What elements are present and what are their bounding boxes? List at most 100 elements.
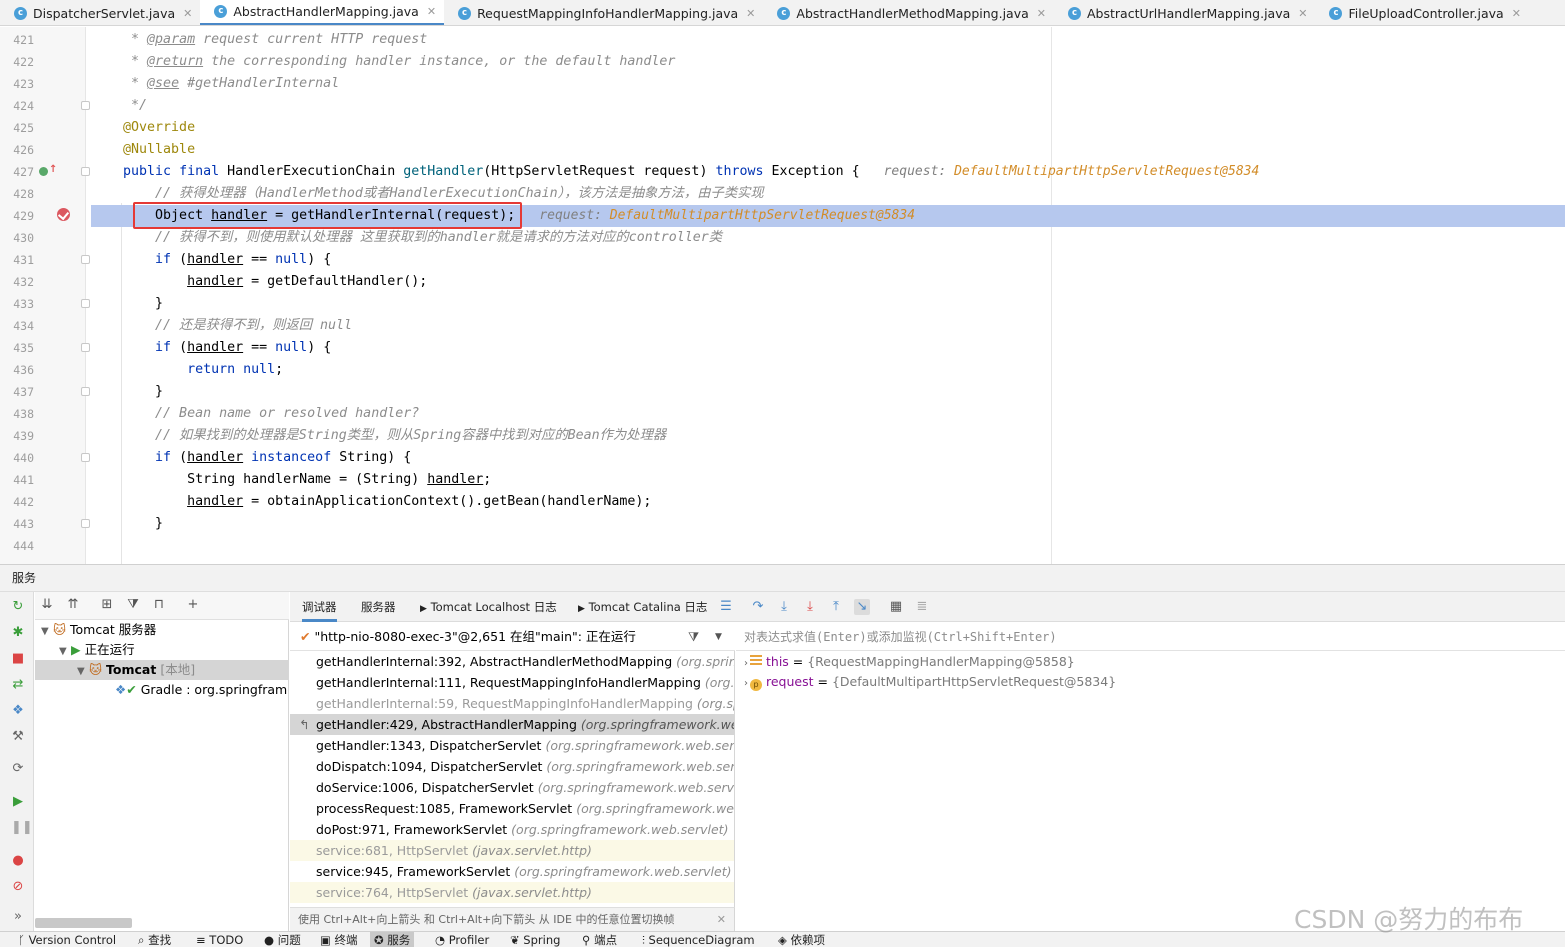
close-icon[interactable]: ✕ [427, 5, 436, 18]
debug-icon[interactable]: ✱ [11, 626, 25, 640]
close-icon[interactable]: ✕ [1512, 7, 1521, 20]
class-icon: c [214, 5, 228, 18]
fold-marker-icon[interactable] [81, 387, 90, 396]
tab-catalina-log[interactable]: ▶ Tomcat Catalina 日志 [578, 592, 707, 622]
close-icon[interactable]: ✕ [183, 7, 192, 20]
step-over-icon[interactable]: ↷ [750, 599, 766, 615]
fold-marker-icon[interactable] [81, 453, 90, 462]
wrench-icon[interactable]: ⚒ [11, 730, 25, 744]
collapse-all-icon[interactable]: ⇈ [65, 597, 81, 613]
statusbar-problems[interactable]: ● 问题 [264, 932, 301, 947]
evaluate-expression-input[interactable]: 对表达式求值(Enter)或添加监视(Ctrl+Shift+Enter) [736, 623, 1565, 651]
tab-debugger[interactable]: 调试器 [302, 592, 337, 622]
stack-frame-library[interactable]: service:681, HttpServlet (javax.servlet.… [290, 840, 734, 861]
horizontal-scrollbar[interactable] [35, 918, 132, 928]
statusbar-sequence-diagram[interactable]: ⫶ SequenceDiagram [642, 932, 755, 947]
statusbar-find[interactable]: ⌕ 查找 [138, 932, 171, 947]
tab-abstracthandlermethodmapping[interactable]: c AbstractHandlerMethodMapping.java ✕ [763, 0, 1054, 25]
tab-server[interactable]: 服务器 [361, 592, 396, 622]
chevron-down-icon[interactable]: ▼ [715, 623, 722, 651]
expand-all-icon[interactable]: ⇊ [39, 597, 55, 613]
stack-frame[interactable]: getHandlerInternal:111, RequestMappingIn… [290, 672, 734, 693]
chevron-right-icon[interactable]: › [744, 658, 748, 669]
statusbar-terminal[interactable]: ▣ 终端 [320, 932, 358, 947]
tab-abstracthandlermapping[interactable]: c AbstractHandlerMapping.java ✕ [200, 0, 445, 25]
fold-marker-icon[interactable] [81, 343, 90, 352]
more-icon[interactable]: » [11, 910, 25, 924]
new-tab-icon[interactable]: ⊓ [151, 597, 167, 613]
stack-frame[interactable]: getHandlerInternal:392, AbstractHandlerM… [290, 651, 734, 672]
stack-frame-library[interactable]: service:764, HttpServlet (javax.servlet.… [290, 882, 734, 903]
fold-marker-icon[interactable] [81, 167, 90, 176]
stack-frame[interactable]: processRequest:1085, FrameworkServlet (o… [290, 798, 734, 819]
stack-frame[interactable]: service:945, FrameworkServlet (org.sprin… [290, 861, 734, 882]
mute-breakpoints-icon[interactable]: ⊘ [11, 880, 25, 894]
stack-frame-selected[interactable]: ↰ getHandler:429, AbstractHandlerMapping … [290, 714, 734, 735]
step-out-icon[interactable]: ⤒ [828, 599, 844, 615]
tree-node-running[interactable]: ▼ ▶ 正在运行 [35, 640, 288, 660]
chevron-down-icon[interactable]: ▼ [59, 642, 71, 662]
artifact-icon[interactable]: ❖ [11, 704, 25, 718]
class-icon: c [458, 6, 472, 20]
code-editor[interactable]: 421 422 423 424 425 426 427 428 429 430 … [0, 27, 1565, 564]
stack-frame[interactable]: doDispatch:1094, DispatcherServlet (org.… [290, 756, 734, 777]
code-line: */ [91, 98, 148, 113]
breakpoint-icon[interactable] [57, 208, 70, 221]
pause-icon[interactable]: ❚❚ [11, 821, 33, 835]
tab-abstracturlhandlermapping[interactable]: c AbstractUrlHandlerMapping.java ✕ [1054, 0, 1315, 25]
run-to-cursor-icon[interactable]: ↘ [854, 599, 870, 615]
filter-icon[interactable]: ⧩ [125, 597, 141, 613]
close-icon[interactable]: ✕ [746, 7, 755, 20]
variable-row[interactable]: › this = {RequestMappingHandlerMapping@58… [744, 652, 1075, 672]
add-service-icon[interactable]: + [185, 597, 201, 613]
variable-row[interactable]: › p request = {DefaultMultipartHttpServlet… [744, 672, 1116, 692]
statusbar-profiler[interactable]: ◔ Profiler [435, 932, 489, 947]
fold-marker-icon[interactable] [81, 299, 90, 308]
step-into-icon[interactable]: ⤓ [776, 599, 792, 615]
menu-icon[interactable]: ☰ [718, 599, 734, 615]
deploy-icon[interactable]: ⇄ [11, 678, 25, 692]
filter-icon[interactable]: ⧩ [688, 623, 699, 651]
list-icon: ≡ [196, 933, 206, 947]
thread-selector[interactable]: ✔ "http-nio-8080-exec-3"@2,651 在组"main":… [290, 623, 735, 651]
stack-frame[interactable]: getHandler:1343, DispatcherServlet (org.… [290, 735, 734, 756]
rerun-icon[interactable]: ↻ [11, 600, 25, 614]
override-marker-icon[interactable] [39, 167, 48, 176]
view-breakpoints-icon[interactable]: ● [11, 854, 25, 868]
stop-icon[interactable]: ■ [11, 652, 25, 666]
fold-marker-icon[interactable] [81, 519, 90, 528]
trace-icon[interactable]: ≣ [914, 599, 930, 615]
line-number: 441 [13, 473, 34, 487]
chevron-down-icon[interactable]: ▼ [41, 622, 53, 642]
statusbar-dependencies[interactable]: ◈ 依赖项 [778, 932, 825, 947]
statusbar-services[interactable]: ✪ 服务 [370, 932, 415, 947]
close-icon[interactable]: ✕ [1037, 7, 1046, 20]
evaluate-table-icon[interactable]: ▦ [888, 599, 904, 615]
stack-frame[interactable]: doPost:971, FrameworkServlet (org.spring… [290, 819, 734, 840]
tab-localhost-log[interactable]: ▶ Tomcat Localhost 日志 [420, 592, 557, 622]
close-icon[interactable]: ✕ [1298, 7, 1307, 20]
close-icon[interactable]: ✕ [717, 908, 726, 931]
refresh-icon[interactable]: ⟳ [11, 762, 25, 776]
tab-requestmappinginfohandlermapping[interactable]: c RequestMappingInfoHandlerMapping.java ✕ [444, 0, 763, 25]
statusbar-spring[interactable]: ❦ Spring [510, 932, 560, 947]
force-step-into-icon[interactable]: ⤓ [802, 599, 818, 615]
stack-frame[interactable]: doService:1006, DispatcherServlet (org.s… [290, 777, 734, 798]
fold-marker-icon[interactable] [81, 101, 90, 110]
chevron-right-icon[interactable]: › [744, 678, 748, 689]
statusbar-todo[interactable]: ≡ TODO [196, 932, 243, 947]
fold-marker-icon[interactable] [81, 255, 90, 264]
statusbar-version-control[interactable]: ᚴ Version Control [18, 932, 116, 947]
tree-node-tomcat-server[interactable]: ▼ 🐱 Tomcat 服务器 [35, 620, 288, 640]
group-by-icon[interactable]: ⊞ [99, 597, 115, 613]
tree-node-artifact[interactable]: ❖✔ Gradle : org.springframe [35, 680, 288, 700]
stack-frame[interactable]: getHandlerInternal:59, RequestMappingInf… [290, 693, 734, 714]
tab-dispatcherservlet[interactable]: c DispatcherServlet.java ✕ [0, 0, 200, 25]
statusbar-endpoints[interactable]: ⚲ 端点 [582, 932, 617, 947]
tab-fileuploadcontroller[interactable]: c FileUploadController.java ✕ [1315, 0, 1528, 25]
chevron-down-icon[interactable]: ▼ [77, 662, 89, 682]
code-line: // 如果找到的处理器是String类型，则从Spring容器中找到对应的Bea… [91, 428, 667, 443]
tree-node-tomcat[interactable]: ▼ 🐱 Tomcat [本地] [35, 660, 288, 680]
code-line: return null; [187, 362, 284, 377]
resume-icon[interactable]: ▶ [11, 795, 25, 809]
